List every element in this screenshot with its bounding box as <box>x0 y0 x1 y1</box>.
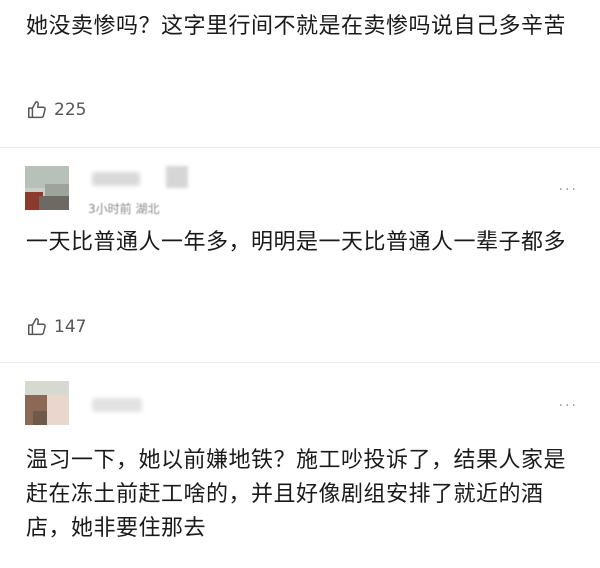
comment-list: 她没卖惨吗？这字里行间不就是在卖惨吗说自己多辛苦 225 3小时前 湖北 ···… <box>0 0 600 568</box>
more-dots-icon[interactable]: ··· <box>559 182 578 198</box>
comment-meta: 3小时前 湖北 <box>88 202 160 216</box>
divider <box>0 362 600 363</box>
comment-text: 一天比普通人一年多，明明是一天比普通人一辈子都多 <box>26 230 567 255</box>
comment-text: 温习一下，她以前嫌地铁？施工吵投诉了，结果人家是赶在冻土前赶工啥的，并且好像剧组… <box>26 448 567 541</box>
username[interactable] <box>92 172 140 186</box>
avatar[interactable] <box>25 166 69 210</box>
user-badge <box>166 166 188 188</box>
like-button[interactable]: 147 <box>26 314 86 340</box>
divider <box>0 147 600 148</box>
like-count: 225 <box>54 100 87 120</box>
thumbs-up-icon <box>28 101 46 119</box>
more-dots-icon[interactable]: ··· <box>559 398 578 414</box>
like-button[interactable]: 225 <box>26 97 86 123</box>
thumbs-up-icon <box>28 318 46 336</box>
username[interactable] <box>92 398 142 412</box>
like-count: 147 <box>54 317 87 337</box>
comment-text: 她没卖惨吗？这字里行间不就是在卖惨吗说自己多辛苦 <box>26 14 567 39</box>
avatar[interactable] <box>25 381 69 425</box>
